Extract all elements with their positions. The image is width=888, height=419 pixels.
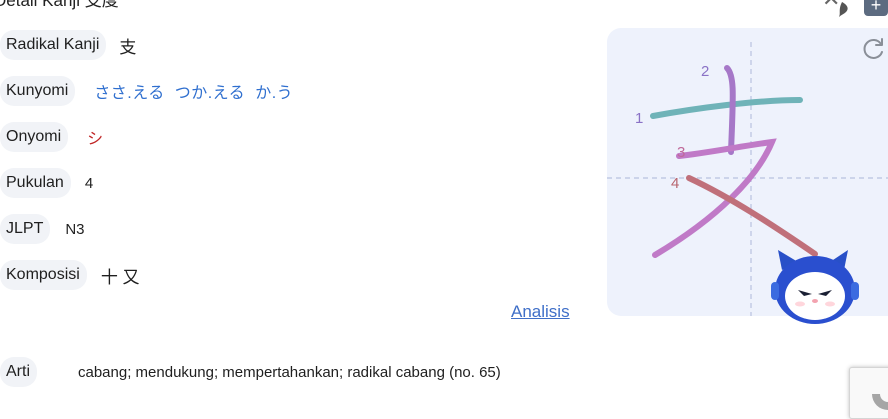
row-meaning: Arti cabang; mendukung; mempertahankan; … [0, 357, 501, 387]
label-kunyomi: Kunyomi [0, 76, 76, 106]
mascot-icon[interactable] [768, 248, 862, 328]
stroke-number: 3 [677, 144, 685, 161]
stroke-number: 1 [635, 110, 643, 127]
stroke-3 [652, 138, 777, 258]
row-radical: Radikal Kanji 支 [0, 30, 136, 60]
stroke-number: 4 [671, 175, 679, 192]
recaptcha-badge[interactable] [849, 367, 888, 419]
stroke-1 [650, 97, 803, 119]
value-composition[interactable]: 十 又 [101, 263, 140, 288]
kunyomi-reading[interactable]: ささ.える [94, 85, 164, 102]
analysis-link[interactable]: Analisis [511, 302, 570, 322]
row-jlpt: JLPT N3 [0, 214, 85, 244]
stroke-number: 2 [701, 63, 709, 80]
stroke-2 [724, 65, 736, 155]
value-meaning: cabang; mendukung; mempertahankan; radik… [78, 363, 501, 381]
label-strokes: Pukulan [0, 168, 71, 198]
recaptcha-badge-icon [872, 394, 888, 410]
label-meaning: Arti [0, 357, 37, 387]
row-kunyomi: Kunyomi ささ.える つか.える か.う [0, 76, 293, 106]
value-strokes: 4 [84, 174, 94, 192]
row-composition: Komposisi 十 又 [0, 260, 140, 290]
label-radical: Radikal Kanji [0, 30, 107, 60]
label-jlpt: JLPT [0, 214, 51, 244]
add-button[interactable]: + [864, 0, 888, 16]
value-radical: 支 [119, 37, 137, 57]
row-strokes: Pukulan 4 [0, 168, 93, 198]
row-onyomi: Onyomi シ [0, 122, 103, 152]
label-onyomi: Onyomi [0, 122, 69, 152]
page-title: Detail Kanji 支度 [0, 0, 119, 10]
refresh-icon[interactable] [861, 36, 887, 62]
value-onyomi[interactable]: シ [87, 125, 103, 149]
label-composition: Komposisi [0, 260, 87, 290]
kunyomi-readings: ささ.える つか.える か.う [94, 79, 293, 103]
kunyomi-reading[interactable]: か.う [255, 85, 293, 102]
drop-icon [839, 2, 848, 17]
kunyomi-reading[interactable]: つか.える [175, 85, 245, 102]
value-jlpt: N3 [65, 220, 85, 238]
